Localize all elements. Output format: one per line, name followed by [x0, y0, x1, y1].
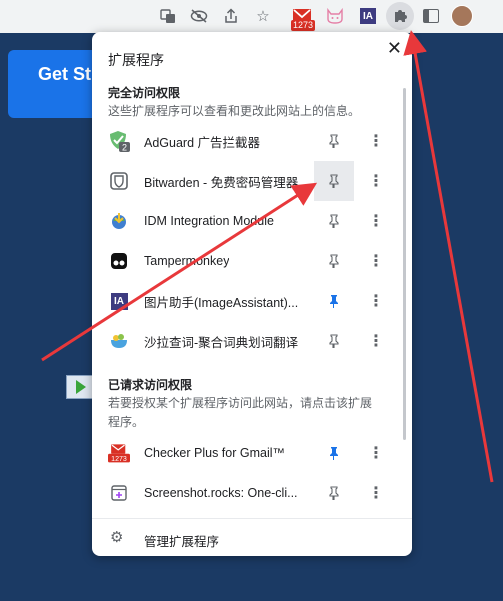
extension-row-idm[interactable]: IDM Integration Module ⋮: [92, 201, 404, 241]
more-options-icon[interactable]: ⋮: [362, 473, 390, 513]
ia-label: IA: [360, 8, 376, 24]
checker-plus-icon: 1273: [108, 442, 130, 464]
extension-row-checker-plus[interactable]: 1273 Checker Plus for Gmail™ ⋮: [92, 433, 404, 473]
tampermonkey-icon: [108, 250, 130, 272]
more-options-icon[interactable]: ⋮: [362, 321, 390, 361]
extension-name: IDM Integration Module: [144, 214, 274, 228]
profile-avatar[interactable]: [451, 5, 473, 27]
pin-icon[interactable]: [314, 161, 354, 201]
requested-access-desc: 若要授权某个扩展程序访问此网站，请点击该扩展程序。: [108, 396, 373, 429]
more-options-icon[interactable]: ⋮: [362, 201, 390, 241]
manage-extensions-button[interactable]: ⚙ 管理扩展程序: [92, 523, 412, 553]
browser-toolbar: ☆ 1273 IA: [0, 0, 503, 34]
bitwarden-icon: [108, 170, 130, 192]
extension-row-tampermonkey[interactable]: Tampermonkey ⋮: [92, 241, 404, 281]
share-icon[interactable]: [220, 5, 242, 27]
gear-icon: ⚙: [110, 529, 124, 546]
pinned-icon[interactable]: [314, 281, 354, 321]
gmail-badge: 1273: [291, 20, 316, 31]
image-assistant-toolbar-icon[interactable]: IA: [357, 5, 379, 27]
extension-row-adguard[interactable]: 2 AdGuard 广告拦截器 ⋮: [92, 121, 404, 161]
more-options-icon[interactable]: ⋮: [362, 121, 390, 161]
close-icon[interactable]: ✕: [387, 38, 402, 59]
divider: [92, 518, 412, 519]
checker-plus-badge: 1273: [111, 456, 127, 463]
pin-icon[interactable]: [314, 321, 354, 361]
extension-name: AdGuard 广告拦截器: [144, 135, 261, 150]
more-options-icon[interactable]: ⋮: [362, 161, 390, 201]
translate-icon[interactable]: [157, 5, 179, 27]
extension-name: Bitwarden - 免费密码管理器: [144, 175, 299, 190]
adguard-icon: 2: [108, 130, 130, 152]
extension-row-screenshot-rocks[interactable]: Screenshot.rocks: One-cli... ⋮: [92, 473, 404, 513]
more-options-icon[interactable]: ⋮: [362, 281, 390, 321]
pin-icon[interactable]: [314, 201, 354, 241]
eye-off-icon[interactable]: [188, 5, 210, 27]
extension-row-bitwarden[interactable]: Bitwarden - 免费密码管理器 ⋮: [92, 161, 404, 201]
screenshot-rocks-icon: [108, 482, 130, 504]
more-options-icon[interactable]: ⋮: [362, 241, 390, 281]
idm-icon: [108, 210, 130, 232]
extensions-puzzle-icon[interactable]: [386, 2, 414, 30]
extensions-popup: 扩展程序 ✕ 完全访问权限 这些扩展程序可以查看和更改此网站上的信息。 2 Ad…: [92, 32, 412, 556]
extension-name: 图片助手(ImageAssistant)...: [144, 295, 299, 310]
more-options-icon[interactable]: ⋮: [362, 433, 390, 473]
requested-access-title: 已请求访问权限: [108, 378, 193, 392]
full-access-desc: 这些扩展程序可以查看和更改此网站上的信息。: [108, 104, 361, 118]
pinned-icon[interactable]: [314, 433, 354, 473]
extension-name: Checker Plus for Gmail™: [144, 446, 286, 460]
saladict-icon: [108, 330, 130, 352]
pin-icon[interactable]: [314, 473, 354, 513]
side-panel-icon[interactable]: [420, 5, 442, 27]
ia-label: IA: [110, 292, 128, 310]
popup-title: 扩展程序: [108, 52, 164, 68]
bookmark-star-icon[interactable]: ☆: [252, 5, 274, 27]
cat-extension-icon[interactable]: [324, 5, 346, 27]
image-assistant-icon: IA: [108, 290, 130, 312]
adguard-badge: 2: [122, 143, 127, 153]
extension-name: 沙拉查词-聚合词典划词翻译: [144, 335, 299, 350]
pin-icon[interactable]: [314, 241, 354, 281]
full-access-title: 完全访问权限: [108, 86, 181, 100]
extension-name: Tampermonkey: [144, 254, 230, 268]
get-started-label: Get St: [38, 64, 92, 84]
pin-icon[interactable]: [314, 121, 354, 161]
extension-name: Screenshot.rocks: One-cli...: [144, 486, 298, 500]
manage-extensions-label: 管理扩展程序: [144, 535, 220, 549]
extension-row-image-assistant[interactable]: IA 图片助手(ImageAssistant)... ⋮: [92, 281, 404, 321]
extension-row-saladict[interactable]: 沙拉查词-聚合词典划词翻译 ⋮: [92, 321, 404, 361]
